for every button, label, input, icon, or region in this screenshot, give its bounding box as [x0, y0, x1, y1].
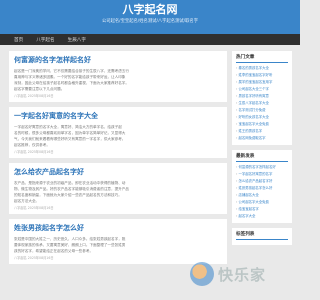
- widget-link[interactable]: 起名网免费取名字: [236, 135, 288, 142]
- sidebar: 热门文章 秦名的男孩名字大全 姓李的宝宝起名字好听 属羊的宝宝起名宜用字 公司起…: [232, 51, 292, 250]
- widget-link[interactable]: 怎么给农产品起名字好: [236, 178, 288, 185]
- widget-latest-posts: 最新发表 何富源的名字怎样起名好 一字起名好寓意的名字 怎么给农产品起名字好 姓…: [232, 150, 292, 223]
- site-header: 八字起名网 公司起名/宝宝起名/姓名测试/八字起名测试/取名字: [0, 0, 300, 34]
- widget-link[interactable]: 公司起名大全三个字: [236, 86, 288, 93]
- widget-link[interactable]: 宝宝起名字大全免费: [236, 121, 288, 128]
- post-excerpt-line: 起名字需要注意以下几点问题。: [14, 87, 65, 91]
- widget-link[interactable]: 何富源的名字怎样起名好: [236, 164, 288, 171]
- site-subtitle: 公司起名/宝宝起名/姓名测试/八字起名测试/取名字: [101, 19, 199, 24]
- post-title[interactable]: 何富源的名字怎样起名好: [14, 55, 222, 65]
- post-meta: 八字起名 2025年08月16日: [14, 256, 54, 260]
- post-list: 何富源的名字怎样起名好 起名是一门深奥的学问，它不仅需要结合孩子的生辰八字，还需…: [9, 51, 227, 269]
- widget-link[interactable]: 公司起名字大全免费: [236, 199, 288, 206]
- widget-hot-articles: 热门文章 秦名的男孩名字大全 姓李的宝宝起名字好听 属羊的宝宝起名宜用字 公司起…: [232, 51, 292, 145]
- post-title[interactable]: 一字起名好寓意的名字大全: [14, 111, 222, 121]
- widget-link[interactable]: 生辰八字起名字大全: [236, 100, 288, 107]
- post-meta: 八字起名 2025年08月16日: [14, 150, 54, 154]
- widget-link[interactable]: 姓张男孩起名字怎么好: [236, 185, 288, 192]
- post-excerpt-line: 起名方法大全。: [14, 199, 40, 203]
- widget-link[interactable]: 名字测试打分免费: [236, 107, 288, 114]
- post-card: 怎么给农产品起名字好 农产品，是指来源于农业的初级产品，即在农业活动中获得的植物…: [9, 163, 227, 214]
- widget-link[interactable]: 男孩名字好听有寓意: [236, 93, 288, 100]
- widget-tags: 标签列表: [232, 228, 292, 245]
- widget-link[interactable]: 好听的女孩名字大全: [236, 114, 288, 121]
- widget-title: 最新发表: [236, 153, 288, 162]
- nav-item-birth-bazi[interactable]: 生辰八字: [68, 37, 86, 43]
- nav-item-home[interactable]: 首页: [14, 37, 23, 43]
- watermark-text: 快乐家: [218, 265, 267, 284]
- post-title[interactable]: 怎么给农产品起名字好: [14, 167, 222, 177]
- widget-link[interactable]: 店铺起名大全: [236, 192, 288, 199]
- post-card: 一字起名好寓意的名字大全 一字起名好寓意的名字大全，寓意好、简洁大方的单字名，给…: [9, 107, 227, 158]
- watermark: 快乐家: [190, 262, 266, 286]
- post-card: 何富源的名字怎样起名好 起名是一门深奥的学问，它不仅需要结合孩子的生辰八字，还需…: [9, 51, 227, 102]
- nav-item-bazi-naming[interactable]: 八字起名: [36, 37, 54, 43]
- widget-title: 标签列表: [236, 231, 288, 240]
- main-nav: 首页 八字起名 生辰八字: [0, 34, 300, 45]
- watermark-logo-icon: [190, 262, 214, 286]
- widget-link[interactable]: 姓李的宝宝起名字好听: [236, 72, 288, 79]
- site-title[interactable]: 八字起名网: [0, 0, 300, 17]
- widget-link[interactable]: 起名字大全: [236, 213, 288, 220]
- post-meta: 八字起名 2025年08月16日: [14, 206, 54, 210]
- widget-link[interactable]: 秦名的男孩名字大全: [236, 65, 288, 72]
- widget-link[interactable]: 姓王的男孩名字: [236, 128, 288, 135]
- widget-title: 热门文章: [236, 54, 288, 63]
- post-card: 姓张男孩起名字怎么好 张姓是中国的大姓之一，历史悠久，人口众多。给张姓男孩起名字…: [9, 219, 227, 264]
- post-meta: 八字起名 2025年08月16日: [14, 94, 54, 98]
- post-title[interactable]: 姓张男孩起名字怎么好: [14, 223, 222, 233]
- post-excerpt-line: 起名推荐，仅供参考。: [14, 143, 50, 147]
- widget-link[interactable]: 属羊的宝宝起名宜用字: [236, 79, 288, 86]
- widget-link[interactable]: 给宝宝起名字: [236, 206, 288, 213]
- widget-link[interactable]: 一字起名好寓意的名字: [236, 171, 288, 178]
- post-excerpt-line: 孩的好名字，希望能给正在起名的父母一些参考。: [14, 249, 94, 253]
